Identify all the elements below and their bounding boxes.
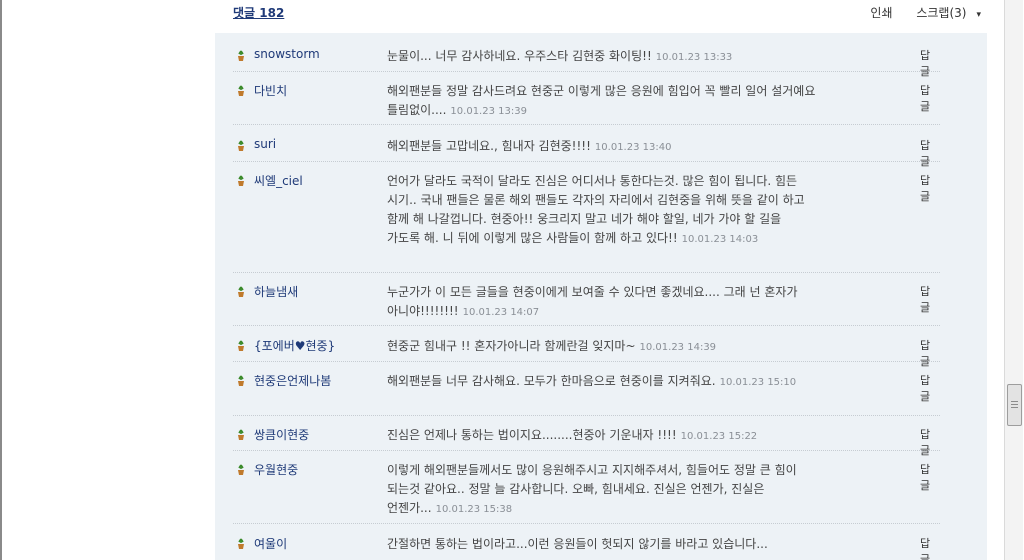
- author-nickname[interactable]: 쌍큼이현중: [254, 426, 309, 443]
- comment-timestamp: 10.01.23 13:39: [450, 106, 527, 117]
- comment-body: 해외팬분들 너무 감사해요. 모두가 한마음으로 현중이를 지켜줘요.: [387, 374, 716, 388]
- author-nickname[interactable]: 하늘냄새: [254, 283, 298, 300]
- comment-text: 진심은 언제나 통하는 법이지요........현중아 기운내자 !!!! 10.…: [387, 426, 817, 446]
- comment-count-link[interactable]: 댓글 182: [233, 4, 284, 21]
- comment-timestamp: 10.01.23 13:40: [594, 142, 672, 153]
- plant-pot-icon: [238, 286, 244, 297]
- comment-text: 누군가가 이 모든 글들을 현중이에게 보여줄 수 있다면 좋겠네요.... 그…: [387, 283, 817, 322]
- window-left-border: [0, 0, 2, 560]
- comment-item: 여울이 간절하면 통하는 법이라고...이런 응원들이 헛되지 않기를 바라고 …: [233, 535, 940, 560]
- comment-text: 해외팬분들 고맙네요., 힘내자 김현중!!!! 10.01.23 13:40: [387, 137, 817, 157]
- comment-body: 현중군 힘내구 !! 혼자가아니라 함께란걸 잊지마~: [387, 339, 636, 353]
- plant-pot-icon: [238, 340, 244, 351]
- plant-pot-icon: [238, 375, 244, 386]
- vertical-scrollbar[interactable]: [1004, 0, 1023, 560]
- plant-pot-icon: [238, 50, 244, 61]
- reply-button[interactable]: 답글: [920, 461, 940, 493]
- chevron-down-icon: ▾: [976, 10, 981, 20]
- comment-timestamp: 10.01.23 13:33: [655, 52, 733, 63]
- comment-text: 해외팬분들 너무 감사해요. 모두가 한마음으로 현중이를 지켜줘요. 10.01…: [387, 372, 817, 392]
- comment-text: 해외팬분들 정말 감사드려요 현중군 이렇게 많은 응원에 힘입어 꼭 빨리 일…: [387, 82, 817, 121]
- reply-button[interactable]: 답글: [920, 426, 940, 458]
- author-nickname[interactable]: 현중은언제나봄: [254, 372, 331, 389]
- plant-pot-icon: [238, 175, 244, 186]
- comment-timestamp: 10.01.23 15:10: [719, 377, 797, 388]
- reply-button[interactable]: 답글: [920, 172, 940, 204]
- scrap-button[interactable]: 스크랩(3) ▾: [906, 6, 981, 20]
- comment-text: 눈물이... 너무 감사하네요. 우주스타 김현중 화이팅!! 10.01.23 …: [387, 47, 817, 67]
- header-actions: 인쇄 스크랩(3) ▾: [860, 4, 981, 21]
- plant-pot-icon: [238, 464, 244, 475]
- comment-body: 누군가가 이 모든 글들을 현중이에게 보여줄 수 있다면 좋겠네요.... 그…: [387, 285, 798, 318]
- comment-item: 씨엘_ciel 언어가 달라도 국적이 달라도 진심은 어디서나 통한다는것. …: [233, 172, 940, 273]
- reply-button[interactable]: 답글: [920, 283, 940, 315]
- author-nickname[interactable]: snowstorm: [254, 47, 320, 61]
- comment-item: snowstorm 눈물이... 너무 감사하네요. 우주스타 김현중 화이팅!…: [233, 47, 940, 78]
- reply-button[interactable]: 답글: [920, 137, 940, 169]
- author-nickname[interactable]: 우월현중: [254, 461, 298, 478]
- print-button[interactable]: 인쇄: [870, 6, 892, 20]
- reply-button[interactable]: 답글: [920, 372, 940, 404]
- comment-timestamp: 10.01.23 15:38: [435, 504, 513, 515]
- comment-body: 간절하면 통하는 법이라고...이런 응원들이 헛되지 않기를 바라고 있습니다…: [387, 537, 768, 551]
- reply-button[interactable]: 답글: [920, 535, 940, 560]
- reply-button[interactable]: 답글: [920, 47, 940, 79]
- comment-text: 현중군 힘내구 !! 혼자가아니라 함께란걸 잊지마~ 10.01.23 14:3…: [387, 337, 817, 357]
- grip-line: [1011, 407, 1018, 408]
- comment-timestamp: 10.01.23 15:22: [680, 431, 758, 442]
- comment-item: {포에버♥현중} 현중군 힘내구 !! 혼자가아니라 함께란걸 잊지마~ 10.0…: [233, 337, 940, 368]
- reply-button[interactable]: 답글: [920, 82, 940, 114]
- comment-timestamp: 10.01.23 14:03: [681, 234, 759, 245]
- grip-line: [1011, 404, 1018, 405]
- plant-pot-icon: [238, 140, 244, 151]
- comment-text: 언어가 달라도 국적이 달라도 진심은 어디서나 통한다는것. 많은 힘이 됩니…: [387, 172, 817, 249]
- comment-timestamp: 10.01.23 14:39: [639, 342, 717, 353]
- comment-text: 이렇게 해외팬분들께서도 많이 응원해주시고 지지해주셔서, 힘들어도 정말 큰…: [387, 461, 817, 519]
- comment-body: 눈물이... 너무 감사하네요. 우주스타 김현중 화이팅!!: [387, 49, 652, 63]
- author-nickname[interactable]: 여울이: [254, 535, 287, 552]
- comment-item: 현중은언제나봄 해외팬분들 너무 감사해요. 모두가 한마음으로 현중이를 지켜…: [233, 372, 940, 416]
- comment-item: 쌍큼이현중 진심은 언제나 통하는 법이지요........현중아 기운내자 !…: [233, 426, 940, 457]
- comment-list: snowstorm 눈물이... 너무 감사하네요. 우주스타 김현중 화이팅!…: [215, 33, 987, 560]
- author-nickname[interactable]: suri: [254, 137, 276, 151]
- author-nickname[interactable]: {포에버♥현중}: [254, 337, 335, 354]
- author-nickname[interactable]: 씨엘_ciel: [254, 172, 303, 189]
- comment-text: 간절하면 통하는 법이라고...이런 응원들이 헛되지 않기를 바라고 있습니다…: [387, 535, 817, 555]
- scrollbar-thumb[interactable]: [1007, 384, 1022, 426]
- comment-item: 하늘냄새 누군가가 이 모든 글들을 현중이에게 보여줄 수 있다면 좋겠네요.…: [233, 283, 940, 326]
- comment-item: 다빈치 해외팬분들 정말 감사드려요 현중군 이렇게 많은 응원에 힘입어 꼭 …: [233, 82, 940, 125]
- reply-button[interactable]: 답글: [920, 337, 940, 369]
- comment-item: suri 해외팬분들 고맙네요., 힘내자 김현중!!!! 10.01.23 13…: [233, 137, 940, 168]
- comment-body: 해외팬분들 고맙네요., 힘내자 김현중!!!!: [387, 139, 591, 153]
- comment-item: 우월현중 이렇게 해외팬분들께서도 많이 응원해주시고 지지해주셔서, 힘들어도…: [233, 461, 940, 524]
- scrap-label: 스크랩(3): [916, 6, 967, 20]
- comments-header: 댓글 182 인쇄 스크랩(3) ▾: [215, 0, 987, 33]
- plant-pot-icon: [238, 429, 244, 440]
- grip-line: [1011, 401, 1018, 402]
- plant-pot-icon: [238, 538, 244, 549]
- comment-timestamp: 10.01.23 14:07: [462, 307, 540, 318]
- comment-body: 진심은 언제나 통하는 법이지요........현중아 기운내자 !!!!: [387, 428, 677, 442]
- author-nickname[interactable]: 다빈치: [254, 82, 287, 99]
- plant-pot-icon: [238, 85, 244, 96]
